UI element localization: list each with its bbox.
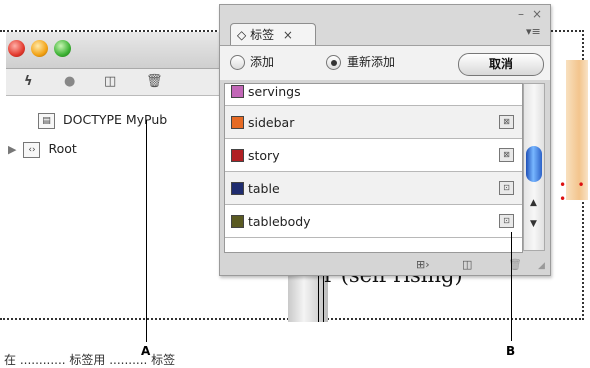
bottom-caption: 在 ............ 标签用 .......... 标签 [4, 353, 176, 367]
root-label: Root [48, 141, 77, 156]
color-swatch [231, 116, 244, 129]
options-row: 添加 重新添加 取消 [220, 45, 550, 80]
panel-footer: ⊞› ◫ 🗑 ◢ [220, 255, 550, 275]
panel-header: ◇ 标签 × – × ▾≡ [220, 5, 550, 45]
close-panel-icon[interactable]: × [532, 7, 542, 21]
tag-row-story[interactable]: story ⊠ [225, 139, 522, 172]
structure-window: ϟ ● ◫ 🗑 ▤ DOCTYPE MyPub ▶ ‹› Root [6, 32, 228, 282]
callout-label-b: B [506, 344, 516, 358]
scroll-down-icon[interactable]: ▼ [530, 219, 537, 229]
tab-close-icon[interactable]: × [283, 28, 293, 42]
doctype-label: DOCTYPE MyPub [63, 112, 168, 127]
tag-name: story [248, 148, 280, 163]
minimize-panel-icon[interactable]: – [518, 7, 524, 21]
tag-row-table[interactable]: table ⊡ [225, 172, 522, 205]
retag-radio[interactable] [326, 55, 341, 70]
placeholder-icon[interactable]: ⊠ [499, 148, 514, 162]
zoom-window-button[interactable] [54, 40, 71, 57]
color-swatch [231, 215, 244, 228]
tag-name: servings [248, 84, 301, 99]
add-radio[interactable] [230, 55, 245, 70]
tag-list-scrollbar[interactable]: ▲ ▼ [523, 83, 545, 251]
tab-arrow-icon: ◇ [237, 28, 247, 42]
tag-list: servings sidebar ⊠ story ⊠ table ⊡ table… [224, 83, 523, 253]
color-swatch [231, 85, 244, 98]
tag-name: sidebar [248, 115, 295, 130]
minimize-window-button[interactable] [31, 40, 48, 57]
trash-icon[interactable]: 🗑 [146, 73, 163, 91]
scroll-thumb[interactable] [526, 146, 542, 182]
tag-name: tablebody [248, 214, 311, 229]
structure-titlebar [6, 32, 228, 69]
disclosure-triangle-icon[interactable]: ▶ [8, 140, 16, 160]
tag-row-tablebody[interactable]: tablebody ⊡ [225, 205, 522, 238]
panel-menu-icon[interactable]: ▾≡ [526, 25, 541, 38]
retag-label[interactable]: 重新添加 [347, 55, 395, 70]
lightning-icon[interactable]: ϟ [24, 73, 33, 91]
close-window-button[interactable] [8, 40, 25, 57]
dot-icon[interactable]: ● [64, 73, 75, 91]
tag-row-servings[interactable]: servings [225, 84, 522, 106]
tab-tags[interactable]: ◇ 标签 × [230, 23, 316, 45]
new-element-icon[interactable]: ◫ [104, 73, 116, 91]
tag-name: table [248, 181, 280, 196]
tree-item-root[interactable]: ▶ ‹› Root [8, 139, 77, 159]
color-swatch [231, 182, 244, 195]
tags-panel: ◇ 标签 × – × ▾≡ 添加 重新添加 取消 servings sideba… [219, 4, 551, 276]
scroll-up-icon[interactable]: ▲ [530, 198, 537, 208]
cancel-button[interactable]: 取消 [458, 53, 544, 76]
doctype-icon: ▤ [38, 112, 55, 129]
element-icon: ‹› [23, 141, 41, 158]
callout-line-b [511, 232, 512, 341]
map-styles-icon[interactable]: ⊞› [416, 258, 430, 272]
placeholder-icon[interactable]: ⊠ [499, 115, 514, 129]
structure-toolbar: ϟ ● ◫ 🗑 [6, 69, 228, 96]
color-swatch [231, 149, 244, 162]
callout-label-a: A [141, 344, 151, 358]
resize-grip-icon[interactable]: ◢ [538, 261, 545, 271]
new-tag-icon[interactable]: ◫ [462, 258, 472, 272]
tree-item-doctype[interactable]: ▤ DOCTYPE MyPub [38, 110, 167, 130]
placeholder-icon[interactable]: ⊡ [499, 214, 514, 228]
tag-row-sidebar[interactable]: sidebar ⊠ [225, 106, 522, 139]
callout-line-a [146, 120, 147, 342]
add-label[interactable]: 添加 [250, 55, 274, 70]
placeholder-icon[interactable]: ⊡ [499, 181, 514, 195]
overset-indicator: • • • [559, 178, 587, 206]
tab-label: 标签 [250, 28, 275, 42]
